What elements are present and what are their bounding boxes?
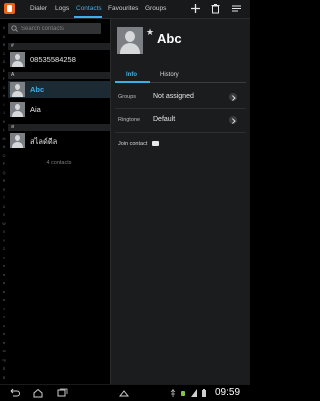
contact-avatar (10, 133, 25, 148)
index-letter[interactable]: ซ (1, 339, 7, 348)
index-letter[interactable]: ก (1, 254, 7, 263)
contact-row[interactable]: สไลด์ดีล (8, 132, 110, 149)
tab-history[interactable]: History (160, 72, 179, 78)
tab-groups[interactable]: Groups (145, 5, 166, 12)
contact-row[interactable]: 08535584258 (8, 51, 110, 68)
index-letter[interactable]: # (1, 24, 7, 33)
index-letter[interactable]: H (1, 92, 7, 101)
index-letter[interactable]: ฆ (1, 296, 7, 305)
index-letter[interactable]: W (1, 220, 7, 229)
usb-icon (170, 389, 176, 397)
index-letter[interactable]: ง (1, 305, 7, 314)
tab-contacts[interactable]: Contacts (76, 5, 102, 12)
search-input[interactable] (21, 23, 99, 34)
index-letter[interactable]: ข (1, 262, 7, 271)
index-letter[interactable]: O (1, 152, 7, 161)
index-letter[interactable]: ญ (1, 356, 7, 365)
home-icon[interactable] (32, 388, 44, 398)
index-letter[interactable]: L (1, 126, 7, 135)
index-letter[interactable]: T (1, 194, 7, 203)
groups-value[interactable]: Not assigned (153, 93, 194, 100)
index-letter[interactable]: A (1, 33, 7, 42)
section-header: # (8, 43, 110, 50)
join-contact-icon[interactable] (152, 141, 159, 146)
index-letter[interactable]: Q (1, 169, 7, 178)
contact-name: Aia (30, 105, 41, 114)
signal-icon (191, 389, 197, 397)
index-letter[interactable]: M (1, 135, 7, 144)
tab-logs[interactable]: Logs (55, 5, 69, 12)
contact-name: Abc (30, 85, 45, 94)
ringtone-value[interactable]: Default (153, 116, 175, 123)
index-letter[interactable]: S (1, 186, 7, 195)
index-letter[interactable]: K (1, 118, 7, 127)
menu-icon[interactable] (231, 3, 242, 14)
search-icon (11, 25, 18, 32)
tab-favourites[interactable]: Favourites (108, 5, 138, 12)
back-icon[interactable] (8, 388, 20, 398)
status-clock: 09:59 (215, 387, 241, 398)
section-header: A (8, 72, 110, 79)
contact-photo[interactable] (117, 27, 143, 54)
groups-chevron-icon[interactable] (229, 93, 237, 101)
recent-apps-icon[interactable] (56, 388, 68, 398)
index-letter[interactable]: X (1, 228, 7, 237)
index-letter[interactable]: ฅ (1, 288, 7, 297)
index-letter[interactable]: G (1, 84, 7, 93)
action-bar: Dialer Logs Contacts Favourites Groups (0, 0, 250, 18)
index-letter[interactable]: P (1, 160, 7, 169)
index-letter[interactable]: ค (1, 279, 7, 288)
tab-info[interactable]: Info (126, 72, 137, 78)
search-box[interactable] (8, 23, 101, 34)
index-letter[interactable]: R (1, 177, 7, 186)
ringtone-chevron-icon[interactable] (229, 116, 237, 124)
index-letter[interactable]: จ (1, 313, 7, 322)
index-letter[interactable]: D (1, 58, 7, 67)
divider (115, 108, 246, 109)
contacts-app-icon[interactable] (4, 3, 15, 14)
index-letter[interactable]: ฏ (1, 373, 7, 382)
active-detail-tab-indicator (115, 81, 150, 83)
index-letter[interactable]: V (1, 211, 7, 220)
index-letter[interactable]: E (1, 67, 7, 76)
ringtone-label: Ringtone (118, 117, 141, 123)
contact-avatar (10, 82, 25, 97)
contact-name: สไลด์ดีล (30, 137, 58, 146)
index-letter[interactable]: F (1, 75, 7, 84)
delete-icon[interactable] (210, 3, 221, 14)
divider (115, 132, 246, 133)
join-contact-label[interactable]: Join contact (118, 141, 147, 147)
contact-row-selected[interactable]: Abc (8, 81, 110, 98)
system-bar: 09:59 (0, 384, 250, 401)
index-letter[interactable]: N (1, 143, 7, 152)
index-letter[interactable]: ช (1, 330, 7, 339)
section-header: ส (8, 124, 110, 131)
index-letter[interactable]: Y (1, 237, 7, 246)
battery-icon (202, 389, 206, 397)
index-letter[interactable]: C (1, 50, 7, 59)
contact-avatar (10, 52, 25, 67)
contact-name: 08535584258 (30, 55, 76, 64)
contact-count: 4 contacts (46, 160, 72, 166)
contact-avatar (10, 102, 25, 117)
android-debug-icon (181, 391, 185, 396)
tab-dialer[interactable]: Dialer (30, 5, 47, 12)
index-letter[interactable]: ฌ (1, 347, 7, 356)
contact-detail-name: Abc (157, 31, 182, 46)
groups-label: Groups (118, 94, 137, 100)
contact-row[interactable]: Aia (8, 101, 110, 118)
alphabet-index-bar[interactable]: # A B C D E F G H I J K L M N O P Q R S T U V W X Y Z กขฃคฅฆงจฉชซฌญ… (1, 24, 7, 381)
index-letter[interactable]: ฃ (1, 271, 7, 280)
index-letter[interactable]: I (1, 101, 7, 110)
index-letter[interactable]: B (1, 41, 7, 50)
index-letter[interactable]: U (1, 203, 7, 212)
favourite-star-icon[interactable]: ★ (146, 28, 154, 37)
mini-apps-icon[interactable] (118, 388, 130, 398)
add-contact-icon[interactable] (190, 3, 201, 14)
index-letter[interactable]: ฉ (1, 322, 7, 331)
index-letter[interactable]: J (1, 109, 7, 118)
index-letter[interactable]: Z (1, 245, 7, 254)
index-letter[interactable]: ฎ (1, 364, 7, 373)
